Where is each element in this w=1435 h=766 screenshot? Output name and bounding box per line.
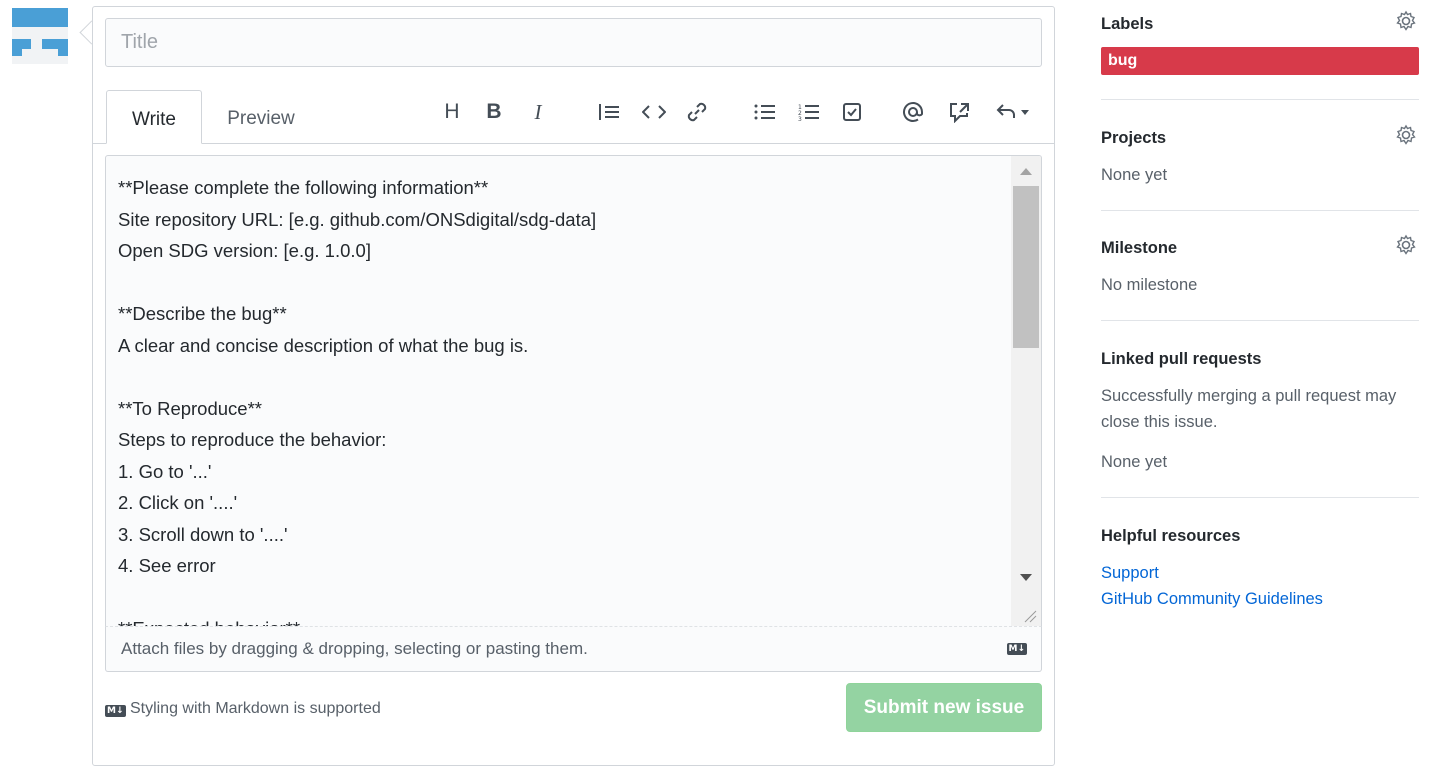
editor-line: Steps to reproduce the behavior: xyxy=(118,429,387,450)
attach-hint: Attach files by dragging & dropping, sel… xyxy=(121,639,588,658)
tab-preview[interactable]: Preview xyxy=(211,90,311,143)
title-input[interactable] xyxy=(105,18,1042,67)
markdown-icon[interactable]: M↓ xyxy=(1006,643,1027,655)
numbered-list-button[interactable]: 123 xyxy=(796,97,822,127)
quote-icon xyxy=(599,104,619,120)
reply-icon xyxy=(996,104,1029,118)
gear-icon[interactable] xyxy=(1395,124,1417,146)
markdown-help-text: Styling with Markdown is supported xyxy=(129,700,381,717)
scrollbar-thumb[interactable] xyxy=(1013,186,1039,348)
avatar-block xyxy=(58,39,68,56)
community-guidelines-link[interactable]: GitHub Community Guidelines xyxy=(1101,590,1323,609)
link-icon xyxy=(687,102,707,122)
reference-button[interactable] xyxy=(946,97,972,127)
label-bug[interactable]: bug xyxy=(1101,47,1419,75)
editor-line: 3. Scroll down to '....' xyxy=(118,523,288,545)
sidebar-divider xyxy=(1101,99,1419,100)
gear-icon[interactable] xyxy=(1395,10,1417,32)
bullet-list-icon xyxy=(754,104,775,120)
editor-line: **Expected behavior** xyxy=(118,613,998,626)
milestone-heading[interactable]: Milestone xyxy=(1101,239,1177,258)
issue-body-text: **Please complete the following informat… xyxy=(118,172,998,626)
code-button[interactable] xyxy=(640,97,668,127)
task-list-button[interactable] xyxy=(840,97,864,127)
gear-icon[interactable] xyxy=(1395,234,1417,256)
task-list-icon xyxy=(843,103,861,121)
quote-button[interactable] xyxy=(596,97,622,127)
numbered-list-icon: 123 xyxy=(798,104,819,123)
markdown-help[interactable]: M↓ Styling with Markdown is supported xyxy=(105,700,381,718)
editor-line: 4. See error xyxy=(118,555,216,576)
mention-button[interactable] xyxy=(900,97,926,127)
avatar-block xyxy=(12,39,22,56)
projects-heading[interactable]: Projects xyxy=(1101,129,1166,148)
scroll-up-arrow[interactable] xyxy=(1020,168,1032,175)
editor-line: 2. Click on '....' xyxy=(118,492,238,513)
sidebar-divider xyxy=(1101,497,1419,498)
submit-issue-button[interactable]: Submit new issue xyxy=(846,683,1042,732)
cross-reference-icon xyxy=(950,103,969,124)
italic-button[interactable]: I xyxy=(526,97,550,127)
labels-heading[interactable]: Labels xyxy=(1101,15,1153,34)
tab-write[interactable]: Write xyxy=(106,90,202,144)
reply-button[interactable] xyxy=(994,97,1034,127)
avatar-block xyxy=(12,8,68,27)
editor-line: **Describe the bug** xyxy=(118,303,287,324)
heading-button[interactable]: H xyxy=(440,97,464,127)
sidebar-divider xyxy=(1101,210,1419,211)
editor-line: Site repository URL: [e.g. github.com/ON… xyxy=(118,208,597,230)
markdown-icon: M↓ xyxy=(105,705,126,717)
issue-body-textarea[interactable]: **Please complete the following informat… xyxy=(105,155,1042,626)
editor-line: Open SDG version: [e.g. 1.0.0] xyxy=(118,240,371,261)
helpful-resources-heading: Helpful resources xyxy=(1101,527,1241,545)
resize-handle-icon[interactable] xyxy=(1023,609,1037,623)
bullet-list-button[interactable] xyxy=(752,97,778,127)
linked-prs-heading: Linked pull requests xyxy=(1101,350,1262,368)
link-button[interactable] xyxy=(684,97,710,127)
milestone-value: No milestone xyxy=(1101,276,1198,294)
avatar[interactable] xyxy=(12,8,68,64)
sidebar-divider xyxy=(1101,320,1419,321)
linked-prs-value: None yet xyxy=(1101,453,1168,471)
file-attach-area[interactable]: Attach files by dragging & dropping, sel… xyxy=(105,626,1042,672)
svg-text:3: 3 xyxy=(798,116,802,121)
code-icon xyxy=(641,105,667,119)
mention-icon xyxy=(903,102,923,122)
editor-scrollbar[interactable] xyxy=(1011,156,1041,626)
linked-prs-description: Successfully merging a pull request may … xyxy=(1101,387,1397,431)
editor-line: A clear and concise description of what … xyxy=(118,334,529,356)
bold-button[interactable]: B xyxy=(482,97,506,127)
projects-value: None yet xyxy=(1101,166,1168,184)
scroll-down-arrow[interactable] xyxy=(1020,574,1032,581)
editor-line: **To Reproduce** xyxy=(118,397,262,419)
editor-line: 1. Go to '...' xyxy=(118,460,212,482)
support-link[interactable]: Support xyxy=(1101,564,1159,583)
editor-line: **Please complete the following informat… xyxy=(118,177,489,198)
